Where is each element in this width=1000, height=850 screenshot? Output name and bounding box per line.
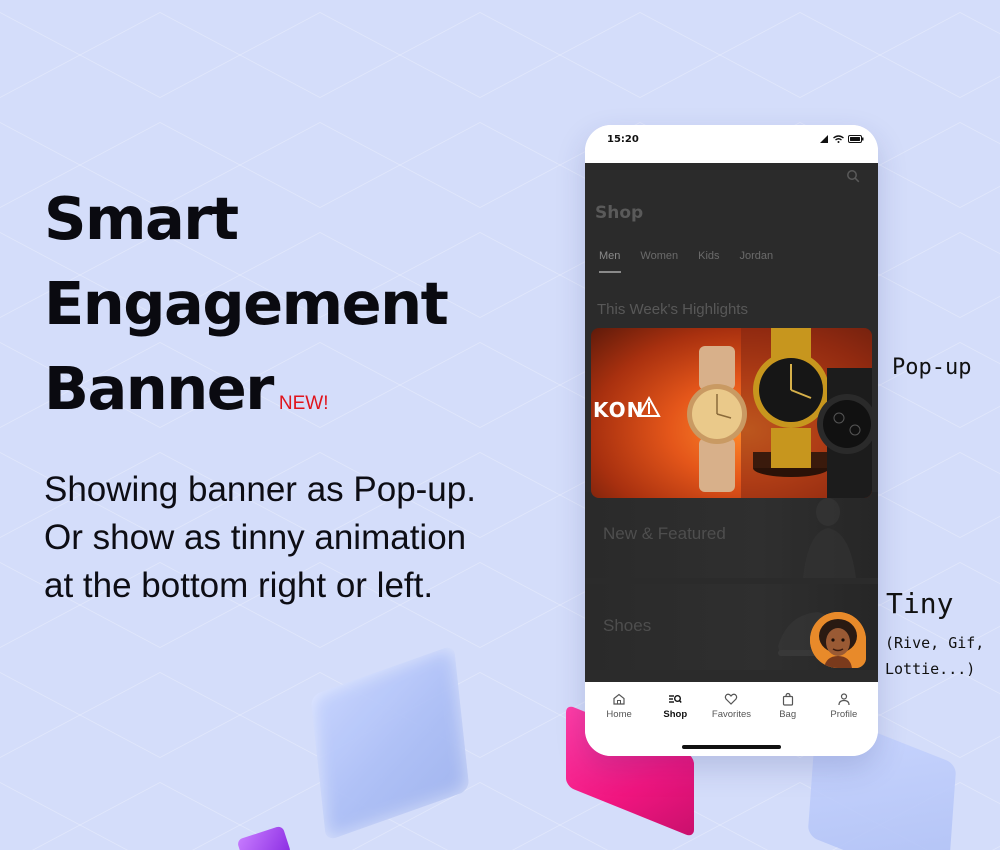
wifi-icon: [833, 135, 844, 143]
new-badge: NEW!: [278, 393, 329, 414]
signal-icon: [820, 135, 828, 143]
hero-title-line-2: Engagement: [44, 269, 449, 338]
hero-subtitle-line-2: Or show as tinny animation: [44, 518, 467, 557]
tab-women[interactable]: Women: [640, 250, 678, 270]
nav-label-shop: Shop: [663, 709, 688, 720]
nav-home[interactable]: Home: [591, 692, 647, 720]
person-icon: [838, 693, 850, 706]
home-indicator: [682, 745, 781, 749]
card-label-new-featured: New & Featured: [603, 524, 726, 543]
search-icon[interactable]: [846, 169, 860, 183]
bottom-nav: Home Shop Favorites Bag Profile: [585, 682, 878, 756]
annotation-tiny-formats-line-1: (Rive, Gif,: [885, 634, 985, 652]
card-label-shoes: Shoes: [603, 616, 652, 635]
bag-icon: [782, 692, 793, 706]
featured-person-image: [803, 498, 856, 578]
avatar-illustration: [810, 612, 866, 668]
nav-shop[interactable]: Shop: [647, 692, 703, 720]
nav-label-favorites: Favorites: [711, 709, 751, 720]
annotation-popup: Pop-up: [892, 355, 972, 380]
tiny-animation-avatar[interactable]: [810, 612, 866, 668]
tab-kids[interactable]: Kids: [698, 250, 719, 270]
nav-label-bag: Bag: [779, 709, 797, 720]
hero-title-line-3-text: Banner: [44, 354, 274, 423]
annotation-tiny-formats: (Rive, Gif, Lottie...): [885, 630, 984, 682]
battery-icon: [848, 135, 864, 143]
hero-subtitle-line-1: Showing banner as Pop-up.: [44, 470, 476, 509]
status-bar: 15:20: [585, 125, 878, 163]
hero-subtitle: Showing banner as Pop-up. Or show as tin…: [44, 466, 564, 610]
status-time: 15:20: [607, 134, 639, 145]
heart-icon: [725, 693, 738, 705]
popup-banner[interactable]: KON: [591, 328, 872, 498]
nav-profile[interactable]: Profile: [816, 692, 872, 720]
hero-title-line-3: Banner NEW!: [44, 346, 447, 446]
shop-screen: Shop Men Women Kids Jordan This Week's H…: [585, 163, 878, 682]
hero-title-line-1: Smart: [44, 184, 239, 253]
decorative-cube-left: [310, 644, 470, 842]
section-title: This Week's Highlights: [597, 301, 748, 318]
annotation-tiny-formats-line-2: Lottie...): [885, 660, 976, 678]
tab-jordan[interactable]: Jordan: [740, 250, 774, 270]
nav-label-profile: Profile: [830, 709, 858, 720]
tab-men[interactable]: Men: [599, 250, 622, 273]
nav-favorites[interactable]: Favorites: [703, 692, 759, 720]
decorative-purple-block: [236, 825, 292, 850]
annotation-tiny: Tiny: [886, 587, 954, 620]
nav-label-home: Home: [606, 709, 632, 720]
status-icons: [820, 135, 864, 143]
banner-brand-logo: KON: [593, 398, 645, 422]
hero-subtitle-line-3: at the bottom right or left.: [44, 566, 434, 605]
category-tabs: Men Women Kids Jordan: [599, 250, 793, 273]
page-title: Shop: [595, 203, 644, 223]
nav-bag[interactable]: Bag: [760, 692, 816, 720]
shop-search-icon: [669, 695, 683, 703]
hero-title: Smart Engagement Banner NEW!: [44, 176, 449, 446]
card-new-featured[interactable]: New & Featured: [585, 492, 878, 578]
home-icon: [613, 693, 625, 705]
